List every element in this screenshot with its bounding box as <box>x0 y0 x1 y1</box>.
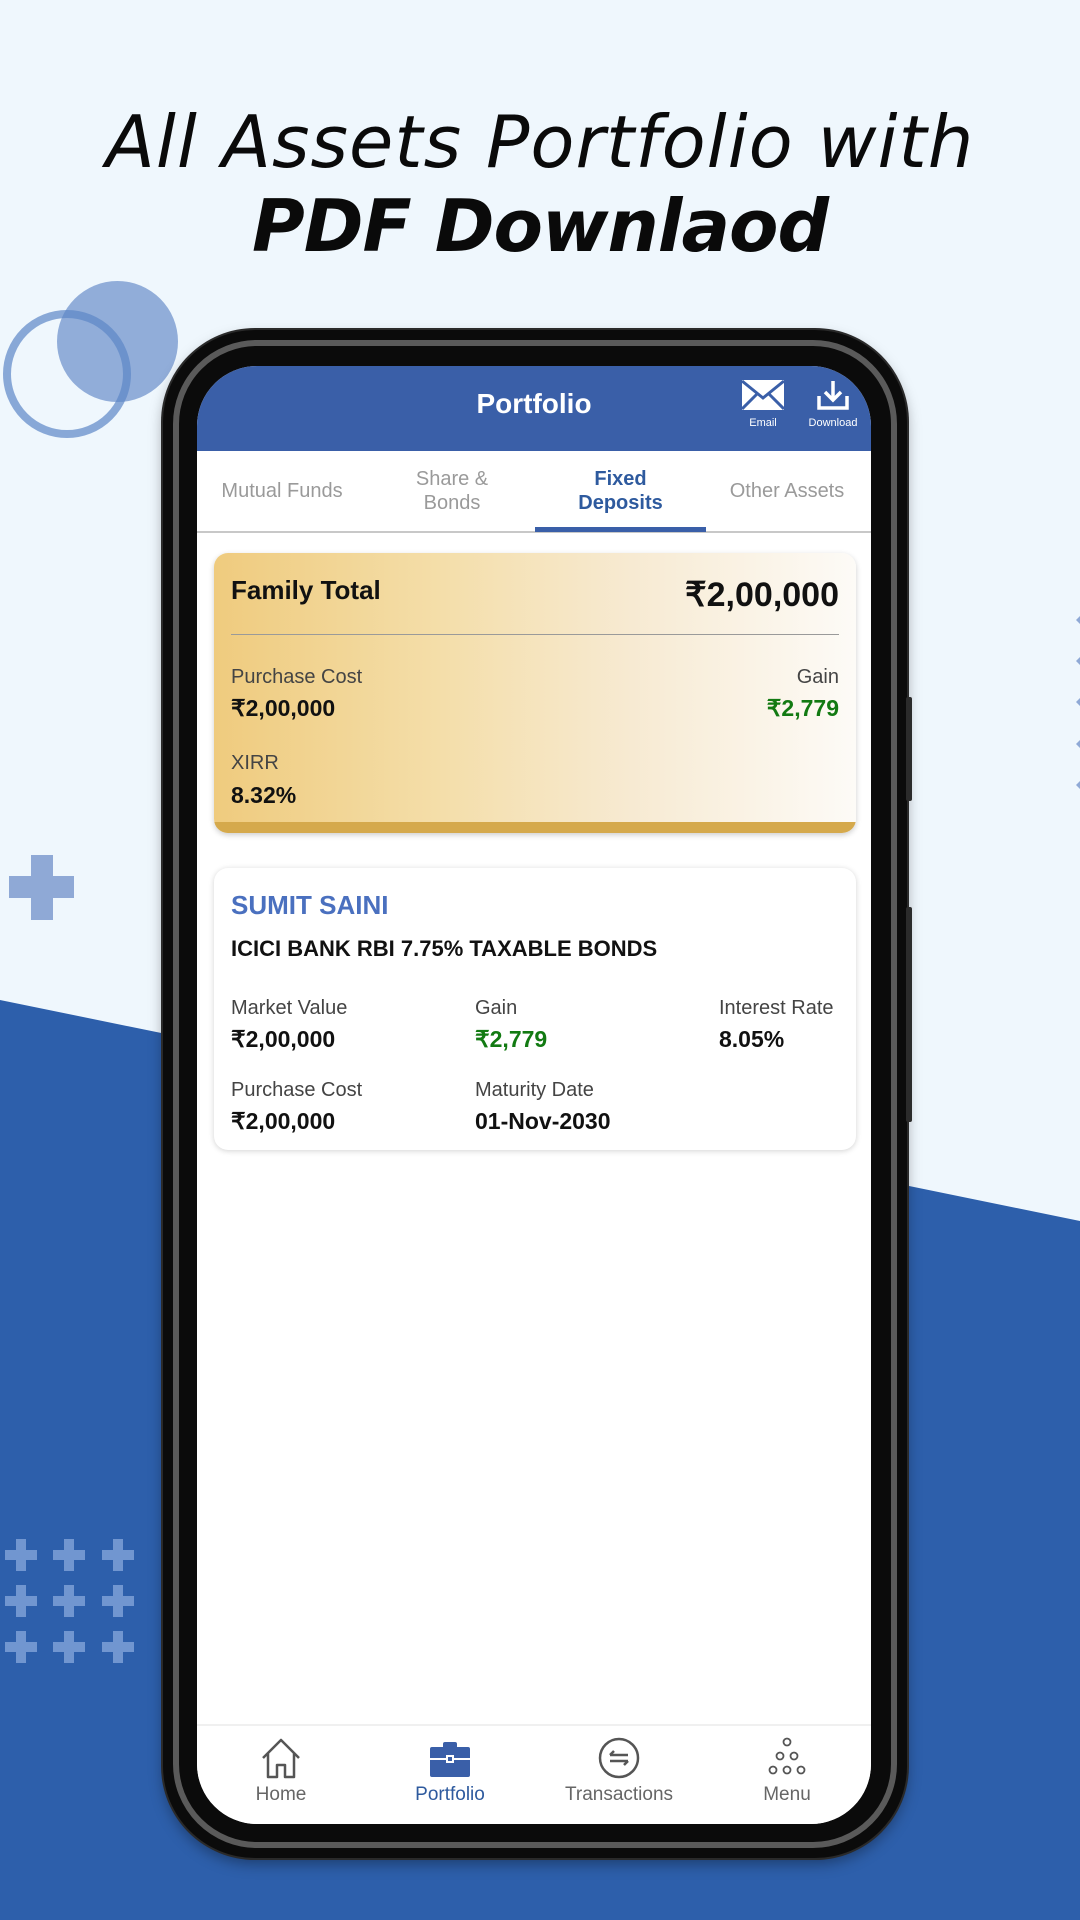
maturity-date-label: Maturity Date <box>475 1079 594 1101</box>
nav-portfolio-label: Portfolio <box>415 1784 485 1805</box>
phone-volume-button <box>906 697 912 801</box>
card-accent-strip <box>214 822 856 833</box>
email-label: Email <box>749 417 777 429</box>
holding-purchase-cost-value: ₹2,00,000 <box>231 1108 336 1134</box>
interest-rate-label: Interest Rate <box>719 997 834 1019</box>
asset-tabs: Mutual Funds Share & Bonds Fixed Deposit… <box>197 451 871 533</box>
decorative-circle-ring <box>3 310 131 438</box>
family-total-title: Family Total <box>231 575 381 605</box>
tab-share-bonds[interactable]: Share & Bonds <box>367 451 537 531</box>
download-label: Download <box>808 417 858 429</box>
transfer-icon <box>598 1737 640 1779</box>
briefcase-icon <box>430 1742 470 1777</box>
nav-home-label: Home <box>255 1784 307 1805</box>
dots-menu-icon <box>768 1737 806 1775</box>
scheme-name: ICICI BANK RBI 7.75% TAXABLE BONDS <box>231 936 658 961</box>
headline-line-2: PDF Downlaod <box>251 184 829 268</box>
headline-line-1: All Assets Portfolio with <box>105 100 975 184</box>
nav-transactions[interactable]: Transactions <box>535 1736 703 1806</box>
promo-headline: All Assets Portfolio with PDF Downlaod <box>0 100 1080 268</box>
email-button[interactable]: Email <box>728 379 798 429</box>
tab-other-assets[interactable]: Other Assets <box>702 451 871 531</box>
nav-menu[interactable]: Menu <box>703 1736 871 1806</box>
holding-gain-value: ₹2,779 <box>475 1026 548 1052</box>
xirr-label: XIRR <box>231 752 279 774</box>
holding-gain-label: Gain <box>475 997 518 1019</box>
tab-mutual-funds[interactable]: Mutual Funds <box>197 451 367 531</box>
app-screen: Portfolio Email Download Mutual Funds Sh… <box>197 366 871 1824</box>
market-value: ₹2,00,000 <box>231 1026 336 1052</box>
purchase-cost-value: ₹2,00,000 <box>231 695 336 721</box>
envelope-icon <box>740 379 786 411</box>
nav-transactions-label: Transactions <box>564 1784 674 1805</box>
nav-home[interactable]: Home <box>197 1736 365 1806</box>
download-button[interactable]: Download <box>798 380 868 429</box>
market-value-label: Market Value <box>231 997 348 1019</box>
holding-card[interactable]: SUMIT SAINI ICICI BANK RBI 7.75% TAXABLE… <box>214 868 856 1150</box>
family-total-card: Family Total ₹2,00,000 Purchase Cost ₹2,… <box>214 553 856 833</box>
divider <box>231 634 839 635</box>
bottom-navigation: Home Portfolio Transactions Menu <box>197 1724 871 1824</box>
purchase-cost-label: Purchase Cost <box>231 666 363 688</box>
download-icon <box>817 381 849 410</box>
active-tab-indicator <box>535 527 706 532</box>
nav-menu-label: Menu <box>763 1784 811 1805</box>
home-icon <box>262 1738 300 1779</box>
investor-name: SUMIT SAINI <box>231 890 389 920</box>
tab-fixed-deposits[interactable]: Fixed Deposits <box>535 451 706 531</box>
family-total-value: ₹2,00,000 <box>685 576 839 614</box>
app-bar: Portfolio Email Download <box>197 366 871 451</box>
gain-value: ₹2,779 <box>766 695 839 721</box>
nav-portfolio[interactable]: Portfolio <box>366 1736 534 1806</box>
interest-rate-value: 8.05% <box>719 1026 785 1052</box>
phone-power-button <box>906 907 912 1122</box>
gain-label: Gain <box>796 666 839 688</box>
holding-purchase-cost-label: Purchase Cost <box>231 1079 363 1101</box>
maturity-date-value: 01-Nov-2030 <box>475 1108 611 1134</box>
xirr-value: 8.32% <box>231 782 297 808</box>
